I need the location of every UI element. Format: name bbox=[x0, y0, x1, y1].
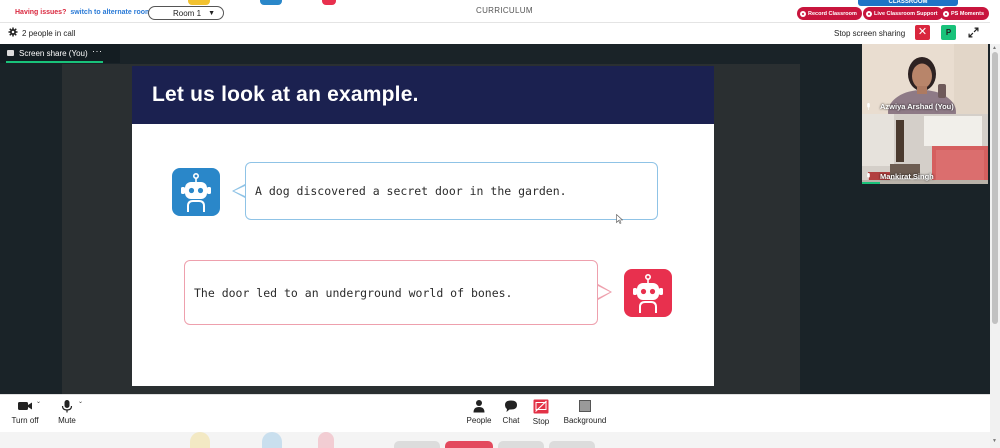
chat-label: Chat bbox=[502, 416, 520, 425]
mic-options-chevron-icon[interactable]: ⌄ bbox=[78, 398, 83, 405]
participant-tile-other[interactable]: Mankirat Singh bbox=[862, 114, 988, 184]
ps-moments-button[interactable]: PS Moments bbox=[940, 7, 990, 20]
participant-name-self: Azwiya Arshad (You) bbox=[866, 102, 954, 111]
top-bar: Having issues? switch to alternate room … bbox=[0, 0, 1000, 22]
robot-blue-icon bbox=[172, 168, 220, 216]
people-button[interactable]: People bbox=[464, 399, 494, 425]
chat-button[interactable]: Chat bbox=[499, 399, 523, 425]
scroll-down-icon[interactable]: ▼ bbox=[992, 438, 997, 444]
bottom-tab-2[interactable] bbox=[445, 441, 493, 448]
screen-share-label: Screen share (You) bbox=[19, 49, 88, 58]
camera-options-chevron-icon[interactable]: ⌄ bbox=[36, 398, 41, 405]
scroll-up-icon[interactable]: ▲ bbox=[992, 45, 997, 51]
decor-red-shape bbox=[322, 0, 336, 5]
record-classroom-label: Record Classroom bbox=[808, 10, 857, 17]
active-tab-indicator bbox=[6, 61, 103, 63]
presentation-slide: Let us look at an example. A dog discove… bbox=[132, 66, 714, 386]
turn-off-label: Turn off bbox=[11, 416, 39, 425]
chat-bubble-pink: The door led to an underground world of … bbox=[184, 260, 598, 325]
participant-name-other-label: Mankirat Singh bbox=[880, 172, 934, 181]
stop-share-button[interactable]: Stop bbox=[529, 399, 553, 426]
chevron-down-icon: ▼ bbox=[208, 9, 215, 17]
live-support-label: Live Classroom Support bbox=[874, 10, 938, 17]
decor-yellow-arc bbox=[190, 432, 210, 448]
mute-label: Mute bbox=[58, 416, 76, 425]
bottom-toolbar-strip bbox=[0, 432, 990, 448]
background-label: Background bbox=[563, 416, 607, 425]
call-info-bar: 2 people in call Stop screen sharing ✕ P bbox=[0, 22, 990, 44]
mic-icon bbox=[867, 173, 870, 180]
user-avatar[interactable]: P bbox=[941, 25, 956, 40]
bottom-tab-4[interactable] bbox=[549, 441, 595, 448]
participant-name-other: Mankirat Singh bbox=[866, 172, 934, 181]
room-select[interactable]: Room 1 ▼ bbox=[148, 6, 224, 20]
ps-moments-label: PS Moments bbox=[951, 10, 985, 17]
slide-title: Let us look at an example. bbox=[152, 83, 419, 106]
support-icon bbox=[866, 10, 872, 17]
fullscreen-icon[interactable] bbox=[968, 27, 979, 38]
more-options-icon[interactable]: ··· bbox=[92, 46, 103, 56]
speaking-indicator bbox=[862, 182, 880, 184]
people-label: People bbox=[466, 416, 492, 425]
mic-icon bbox=[867, 103, 870, 110]
bottom-tab-3[interactable] bbox=[498, 441, 544, 448]
decor-blue-shape bbox=[260, 0, 282, 5]
scroll-thumb[interactable] bbox=[992, 52, 998, 324]
bubble-tail-pink-inner bbox=[598, 285, 610, 298]
microphone-icon bbox=[61, 400, 73, 413]
video-classroom-window: Having issues? switch to alternate room … bbox=[0, 0, 1000, 448]
stop-screen-sharing-label[interactable]: Stop screen sharing bbox=[834, 29, 905, 38]
bubble-2-text: The door led to an underground world of … bbox=[194, 285, 513, 300]
live-support-button[interactable]: Live Classroom Support bbox=[863, 7, 943, 20]
screen-share-tab[interactable]: Screen share (You) ··· bbox=[0, 44, 120, 63]
issues-notice: Having issues? switch to alternate room bbox=[15, 9, 151, 16]
background-icon bbox=[579, 400, 591, 412]
stop-sharing-icon bbox=[533, 399, 549, 414]
mute-button[interactable]: Mute bbox=[54, 399, 80, 425]
alternate-room-link[interactable]: switch to alternate room bbox=[70, 9, 151, 16]
camera-icon bbox=[18, 402, 32, 410]
person-icon bbox=[473, 400, 485, 413]
bottom-tab-1[interactable] bbox=[394, 441, 440, 448]
present-icon bbox=[7, 50, 14, 56]
stop-sharing-close-button[interactable]: ✕ bbox=[915, 25, 930, 40]
call-controls-bar: Turn off ⌄ Mute ⌄ People Chat Stop Backg… bbox=[0, 394, 990, 432]
people-count: 2 people in call bbox=[22, 29, 76, 38]
gear-icon[interactable] bbox=[8, 27, 18, 37]
decor-yellow-shape bbox=[188, 0, 210, 5]
participant-tile-self[interactable]: Azwiya Arshad (You) bbox=[862, 44, 988, 114]
mouse-cursor-icon bbox=[616, 214, 623, 224]
slide-header: Let us look at an example. bbox=[132, 66, 714, 124]
record-icon bbox=[800, 10, 806, 17]
page-title: CURRICULUM bbox=[476, 6, 533, 15]
chat-icon bbox=[505, 400, 517, 412]
bubble-tail-blue-inner bbox=[234, 185, 245, 196]
participant-name-self-label: Azwiya Arshad (You) bbox=[880, 102, 954, 111]
robot-pink-icon bbox=[624, 269, 672, 317]
bubble-1-text: A dog discovered a secret door in the ga… bbox=[255, 184, 567, 198]
moments-icon bbox=[943, 10, 949, 17]
background-button[interactable]: Background bbox=[561, 399, 609, 425]
decor-blue-arc bbox=[262, 432, 282, 448]
stop-label: Stop bbox=[532, 417, 550, 426]
chat-bubble-blue: A dog discovered a secret door in the ga… bbox=[245, 162, 658, 220]
vertical-scrollbar[interactable]: ▲ ▼ bbox=[990, 44, 1000, 448]
issues-label: Having issues? bbox=[15, 9, 67, 16]
decor-red-arc bbox=[318, 432, 334, 448]
room-select-value: Room 1 bbox=[173, 8, 202, 18]
record-classroom-button[interactable]: Record Classroom bbox=[797, 7, 862, 20]
classroom-tab[interactable]: CLASSROOM bbox=[858, 0, 958, 6]
